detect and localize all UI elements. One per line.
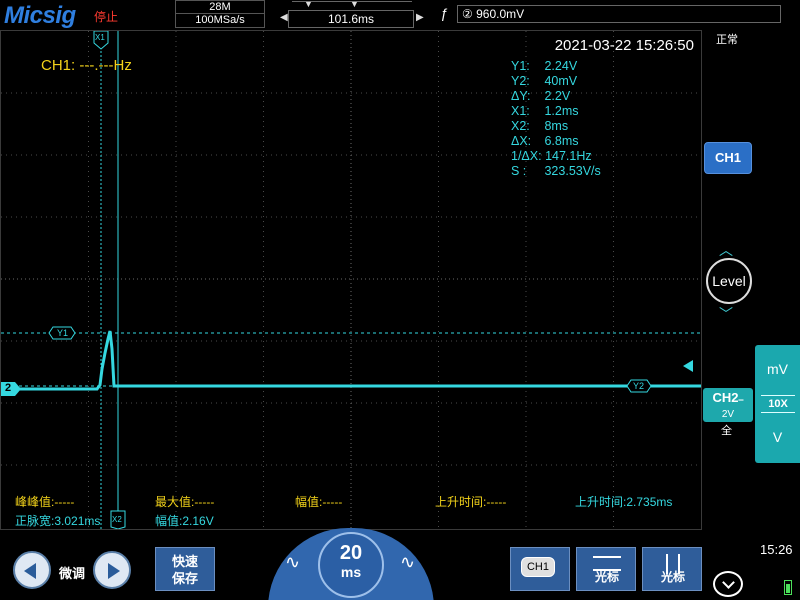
- meas-amplitude-ch1[interactable]: 幅值:-----: [295, 493, 342, 510]
- trigger-position-marker: ▼: [304, 0, 313, 9]
- timebase-decrease-icon[interactable]: ∿: [285, 552, 300, 573]
- clock: 15:26: [760, 542, 793, 557]
- timebase-increase-icon[interactable]: ∿: [400, 552, 415, 573]
- ch2-label: CH2: [712, 390, 739, 405]
- screen-center-marker: ▼: [350, 0, 359, 9]
- meas-max[interactable]: 最大值:-----: [155, 493, 214, 510]
- channel-select-button[interactable]: CH1: [510, 547, 570, 591]
- meas-positive-width[interactable]: 正脉宽:3.021ms: [15, 512, 100, 529]
- scale-v-button[interactable]: V: [755, 429, 800, 445]
- ch1-frequency: CH1: ---.---Hz: [41, 57, 132, 74]
- ch2-scale: 2V: [721, 409, 735, 420]
- readout-value: 2.2V: [544, 89, 571, 103]
- horizontal-cursor-label: 光标: [594, 570, 619, 584]
- quick-save-button[interactable]: 快速 保存: [155, 547, 215, 591]
- rising-edge-icon[interactable]: ƒ: [440, 5, 448, 21]
- ch2-bandwidth: 全: [721, 425, 732, 437]
- fine-right-button[interactable]: [93, 551, 131, 589]
- readout-label: ΔY:: [511, 89, 531, 103]
- readout-label: 1/ΔX:: [511, 149, 542, 163]
- timebase-unit: ms: [340, 564, 362, 580]
- ch1-button[interactable]: CH1: [704, 142, 752, 174]
- level-down-icon[interactable]: ﹀: [719, 304, 733, 324]
- cursor-x1-label[interactable]: X1: [95, 33, 105, 42]
- level-knob[interactable]: Level: [706, 258, 752, 304]
- waveform-display[interactable]: Y1 Y2 X1 X2 2 2021-03-22 15:26:50 CH1: -…: [0, 30, 702, 530]
- ch2-marker-label[interactable]: 2: [5, 382, 11, 394]
- readout-y1: Y1: 2.24V: [511, 59, 691, 74]
- horizontal-cursor-button[interactable]: 光标: [576, 547, 636, 591]
- brand-logo: Micsig: [4, 2, 76, 29]
- probe-ratio[interactable]: 10X: [761, 395, 795, 413]
- timebase-delay[interactable]: 101.6ms: [288, 10, 414, 28]
- meas-amplitude-ch2[interactable]: 幅值:2.16V: [155, 512, 214, 529]
- readout-inv-dx: 1/ΔX: 147.1Hz: [511, 149, 691, 164]
- datetime: 2021-03-22 15:26:50: [554, 37, 694, 54]
- trigger-mode[interactable]: 正常: [716, 31, 738, 47]
- readout-label: X2:: [511, 119, 530, 133]
- readout-label: Y2:: [511, 74, 530, 88]
- cursor-readout: Y1: 2.24V Y2: 40mV ΔY: 2.2V X1: 1.2ms X2…: [511, 59, 691, 179]
- top-status-bar: Micsig 停止 28M 100MSa/s ▼ ▼ ◀ 101.6ms ▶ ƒ…: [0, 0, 800, 30]
- timebase-knob[interactable]: 20 ms: [318, 532, 384, 598]
- delay-right-arrow-icon[interactable]: ▶: [416, 12, 424, 23]
- readout-x2: X2: 8ms: [511, 119, 691, 134]
- timebase-position-track[interactable]: ▼ ▼: [292, 0, 412, 9]
- trigger-source-level[interactable]: ② 960.0mV: [457, 5, 781, 23]
- readout-value: 6.8ms: [544, 134, 579, 148]
- readout-label: Y1:: [511, 59, 530, 73]
- readout-x1: X1: 1.2ms: [511, 104, 691, 119]
- scale-mv-button[interactable]: mV: [755, 361, 800, 377]
- measurement-panel[interactable]: 峰峰值:----- 最大值:----- 幅值:----- 上升时间:----- …: [15, 491, 705, 531]
- timebase-value: 20: [339, 542, 363, 564]
- battery-icon: [784, 580, 792, 595]
- quick-save-label-1: 快速: [171, 554, 198, 569]
- acquisition-info[interactable]: 28M 100MSa/s: [175, 0, 265, 28]
- readout-slope: S : 323.53V/s: [511, 164, 691, 179]
- readout-value: 2.24V: [544, 59, 578, 73]
- readout-dx: ΔX: 6.8ms: [511, 134, 691, 149]
- cursor-y1-label[interactable]: Y1: [57, 328, 68, 338]
- run-state-indicator[interactable]: 停止: [94, 8, 118, 25]
- readout-value: 1.2ms: [544, 104, 579, 118]
- ch2-button[interactable]: CH2═ 2V: [703, 388, 753, 422]
- dc-coupling-icon: ═: [738, 397, 744, 404]
- readout-value: 323.53V/s: [544, 164, 601, 178]
- readout-value: 40mV: [544, 74, 578, 88]
- menu-chevron-icon[interactable]: [713, 571, 743, 597]
- trigger-level-arrow-icon[interactable]: [683, 360, 693, 372]
- readout-label: S :: [511, 164, 527, 178]
- readout-dy: ΔY: 2.2V: [511, 89, 691, 104]
- vertical-cursor-label: 光标: [660, 570, 685, 584]
- readout-label: X1:: [511, 104, 530, 118]
- fine-adjust-label: 微调: [59, 566, 86, 581]
- quick-save-label-2: 保存: [171, 571, 198, 586]
- fine-left-button[interactable]: [13, 551, 51, 589]
- level-up-icon[interactable]: ︿: [719, 240, 733, 260]
- readout-y2: Y2: 40mV: [511, 74, 691, 89]
- meas-rise-time-ch2[interactable]: 上升时间:2.735ms: [575, 493, 672, 510]
- delay-left-arrow-icon[interactable]: ◀: [280, 12, 288, 23]
- cursor-y2-label[interactable]: Y2: [633, 381, 644, 391]
- meas-rise-time-ch1[interactable]: 上升时间:-----: [435, 493, 506, 510]
- readout-value: 8ms: [544, 119, 569, 133]
- readout-label: ΔX:: [511, 134, 532, 148]
- vertical-scale-panel[interactable]: mV 10X V: [755, 345, 800, 463]
- memory-depth: 28M: [176, 1, 264, 14]
- readout-value: 147.1Hz: [545, 149, 592, 163]
- ch1-tag: CH1: [521, 557, 555, 577]
- meas-peak-to-peak[interactable]: 峰峰值:-----: [15, 493, 74, 510]
- sample-rate: 100MSa/s: [195, 14, 245, 26]
- vertical-cursor-button[interactable]: 光标: [642, 547, 702, 591]
